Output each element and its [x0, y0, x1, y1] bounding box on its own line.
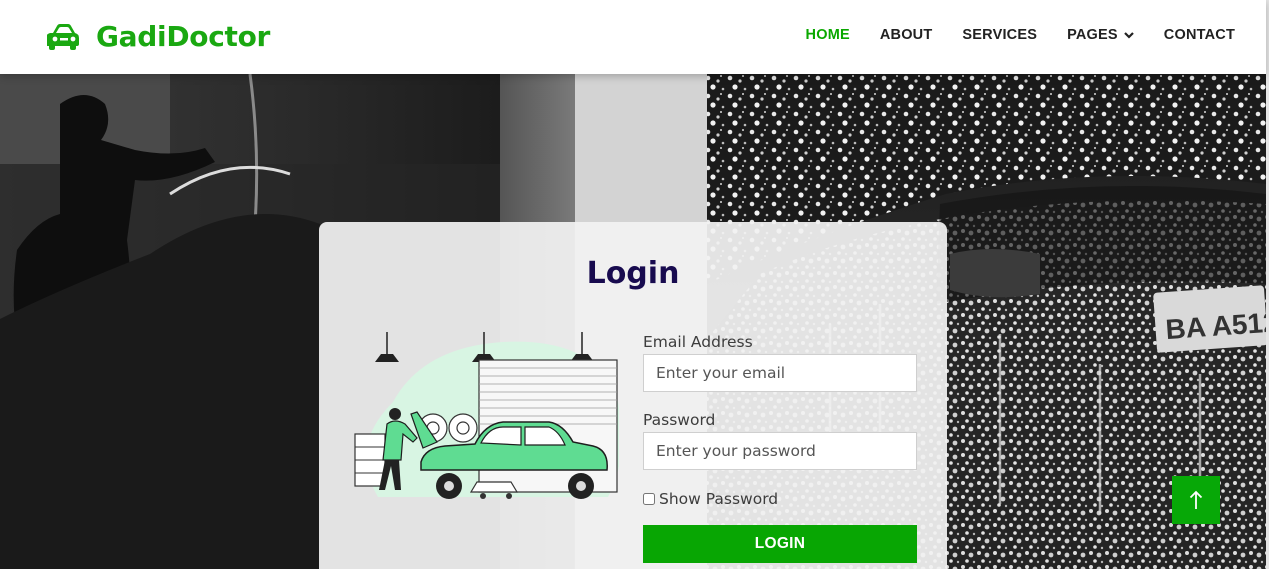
- nav-item-pages: PAGES: [1067, 26, 1134, 44]
- brand-name: GadiDoctor: [96, 20, 271, 53]
- nav-item-about: ABOUT: [880, 26, 933, 44]
- login-card: Login Email Address Enter your email Pas…: [319, 222, 947, 569]
- email-label: Email Address: [643, 333, 753, 351]
- nav-link-about[interactable]: ABOUT: [880, 26, 933, 44]
- main-nav: HOME ABOUT SERVICES PAGES CONTACT: [806, 26, 1235, 44]
- password-field[interactable]: [643, 432, 917, 470]
- show-password-label[interactable]: Show Password: [659, 489, 778, 509]
- chevron-down-icon: [1124, 31, 1134, 39]
- nav-link-services[interactable]: SERVICES: [962, 26, 1037, 44]
- nav-link-pages-label: PAGES: [1067, 27, 1118, 43]
- nav-item-contact: CONTACT: [1164, 26, 1235, 44]
- login-button[interactable]: LOGIN: [643, 525, 917, 563]
- nav-item-home: HOME: [806, 26, 850, 44]
- password-label: Password: [643, 411, 716, 429]
- login-form: Email Address Password Show Password LOG…: [643, 332, 917, 563]
- car-icon: [47, 24, 79, 50]
- nav-link-contact[interactable]: CONTACT: [1164, 26, 1235, 44]
- arrow-up-icon: [1189, 490, 1203, 509]
- nav-item-services: SERVICES: [962, 26, 1037, 44]
- brand-logo-link[interactable]: GadiDoctor: [47, 18, 270, 56]
- top-navbar: GadiDoctor HOME ABOUT SERVICES PAGES CON…: [0, 0, 1266, 74]
- show-password-row: Show Password: [643, 489, 917, 509]
- nav-link-pages[interactable]: PAGES: [1067, 26, 1134, 44]
- mechanic-illustration: [354, 332, 619, 499]
- password-group: Password: [643, 410, 917, 470]
- back-to-top-button[interactable]: [1172, 476, 1220, 524]
- email-field[interactable]: [643, 354, 917, 392]
- show-password-checkbox[interactable]: [643, 493, 655, 505]
- login-title: Login: [586, 256, 680, 291]
- nav-link-home[interactable]: HOME: [806, 26, 850, 44]
